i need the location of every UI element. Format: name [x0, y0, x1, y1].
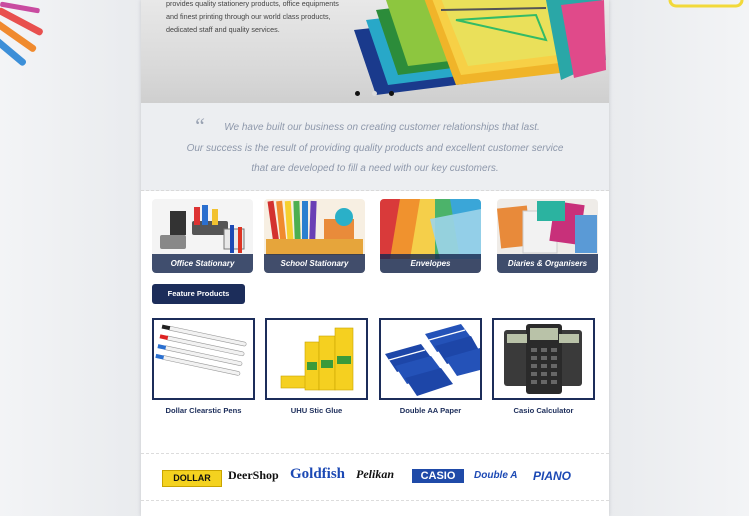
pens-image: [154, 320, 253, 398]
category-school-stationary[interactable]: School Stationary: [264, 199, 365, 273]
category-diaries-organisers[interactable]: Diaries & Organisers: [497, 199, 598, 273]
page-background-left: [0, 0, 141, 516]
slider-dot[interactable]: [355, 91, 360, 96]
hero-text: provides quality stationery products, of…: [166, 0, 346, 36]
decorative-yellow-clip-image: [668, 0, 744, 8]
product-card-uhu-glue[interactable]: [265, 318, 368, 400]
category-office-stationary[interactable]: Office Stationary: [152, 199, 253, 273]
brand-logo-deershop[interactable]: DeerShop: [228, 468, 279, 483]
hero-text-line: and finest printing through our world cl…: [166, 12, 331, 21]
slider-dot[interactable]: [389, 91, 394, 96]
product-name[interactable]: Double AA Paper: [379, 406, 482, 415]
testimonial-quote: “ We have built our business on creating…: [141, 103, 609, 191]
quote-line: Our success is the result of providing q…: [186, 142, 564, 154]
brand-logo-piano[interactable]: PIANO: [533, 469, 571, 483]
slider-dots: [355, 91, 394, 96]
notebooks-image: [354, 0, 606, 95]
product-name[interactable]: Casio Calculator: [492, 406, 595, 415]
brand-logo-dollar[interactable]: DOLLAR: [162, 470, 222, 487]
category-label: Diaries & Organisers: [497, 254, 598, 273]
decorative-pencils-image: [0, 1, 43, 66]
brand-logo-pelikan[interactable]: Pelikan: [356, 467, 394, 482]
calculators-image: [494, 320, 593, 398]
brand-logo-casio[interactable]: CASIO: [412, 469, 464, 483]
category-envelopes[interactable]: Envelopes: [380, 199, 481, 273]
main-content: provides quality stationery products, of…: [141, 0, 609, 516]
product-card-dollar-pens[interactable]: [152, 318, 255, 400]
hero-text-line: provides quality stationery products, of…: [166, 0, 339, 8]
feature-products-button[interactable]: Feature Products: [152, 284, 245, 304]
hero-text-line: dedicated staff and quality services.: [166, 25, 280, 34]
brand-logo-goldfish[interactable]: Goldfish: [290, 466, 345, 483]
quote-line: that are developed to fill a need with o…: [251, 163, 499, 174]
product-name[interactable]: Dollar Clearstic Pens: [152, 406, 255, 415]
category-label: Office Stationary: [152, 254, 253, 273]
product-card-double-a-paper[interactable]: [379, 318, 482, 400]
brand-logo-double-a[interactable]: Double A: [474, 470, 518, 481]
divider: [141, 500, 609, 501]
quote-line: We have built our business on creating c…: [224, 122, 540, 133]
paper-reams-image: [381, 320, 480, 398]
category-grid: Office Stationary School Stationary Enve…: [152, 199, 598, 273]
category-label: Envelopes: [380, 254, 481, 273]
slider-dot[interactable]: [372, 91, 377, 96]
category-label: School Stationary: [264, 254, 365, 273]
brand-logos: DOLLAR DeerShop Goldfish Pelikan CASIO D…: [141, 460, 609, 495]
divider: [141, 453, 609, 454]
glue-sticks-image: [267, 320, 366, 398]
page-background-right: [609, 0, 749, 516]
product-name[interactable]: UHU Stic Glue: [265, 406, 368, 415]
hero-banner: provides quality stationery products, of…: [141, 0, 609, 103]
product-card-casio-calculator[interactable]: [492, 318, 595, 400]
